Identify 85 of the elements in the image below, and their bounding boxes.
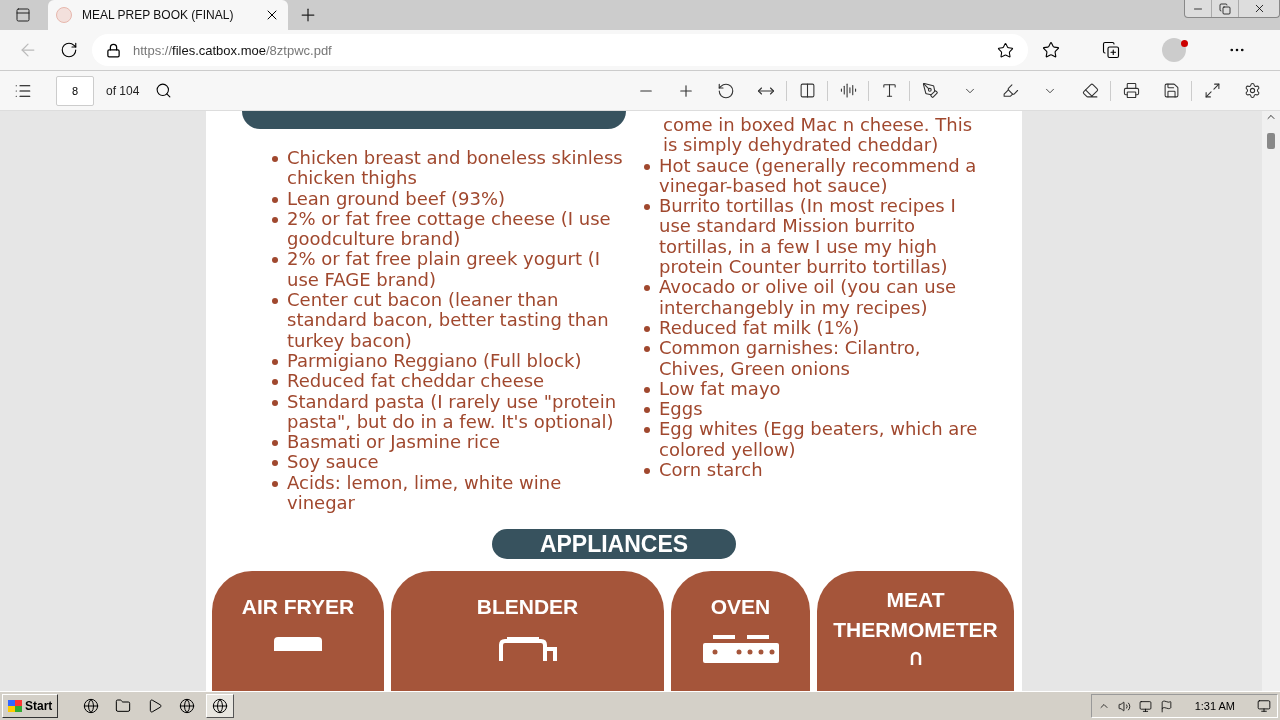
list-item: Corn starch	[659, 460, 763, 481]
bullet-icon	[644, 204, 650, 211]
bullet-icon	[272, 216, 278, 223]
save-icon[interactable]	[1162, 82, 1180, 99]
bullet-icon	[272, 358, 278, 365]
page-count: of 104	[106, 83, 140, 98]
browser-icon[interactable]	[83, 698, 100, 714]
list-item: Center cut bacon (leaner than standard bacon, better tasting than turkey bacon)	[287, 290, 610, 351]
stove-icon	[700, 635, 781, 663]
bullet-icon	[272, 257, 278, 264]
list-item: Soy sauce	[287, 452, 379, 473]
read-aloud-icon[interactable]	[839, 82, 857, 99]
page-view-icon[interactable]	[798, 82, 816, 99]
appliance-name: AIR FRYER	[241, 594, 355, 620]
list-item: Common garnishes: Cilantro, Chives, Green onions	[659, 338, 922, 379]
bullet-icon	[272, 460, 278, 467]
browser-tab[interactable]: MEAL PREP BOOK (FINAL)	[48, 0, 288, 30]
draw-icon[interactable]	[921, 82, 939, 99]
add-favorite-icon[interactable]	[997, 41, 1014, 59]
list-item: 2% or fat free plain greek yogurt (I use FAGE brand)	[287, 249, 602, 291]
list-item: Basmati or Jasmine rice	[287, 432, 501, 453]
scrollbar-thumb[interactable]	[1267, 133, 1275, 149]
bullet-icon	[644, 468, 650, 475]
windows-logo-icon	[8, 700, 22, 712]
list-item-continuation: come in boxed Mac n cheese. This is simply dehydrated cheddar)	[663, 115, 973, 156]
settings-icon[interactable]	[1243, 82, 1261, 99]
clock: 1:31 AM	[1194, 700, 1235, 712]
flag-icon[interactable]	[1159, 699, 1173, 713]
network-icon[interactable]	[1138, 699, 1152, 713]
list-item: Chicken breast and boneless skinless chicken thighs	[287, 148, 624, 189]
bullet-icon	[272, 440, 278, 447]
list-item: Reduced fat milk (1%)	[659, 317, 860, 339]
print-icon[interactable]	[1122, 82, 1140, 99]
bullet-icon	[644, 386, 650, 393]
list-item: Avocado or olive oil (you can use interchangebly in my recipes)	[659, 277, 958, 318]
list-item: Lean ground beef (93%)	[287, 188, 506, 209]
list-item: Parmigiano Reggiano (Full block)	[287, 350, 582, 372]
list-item: Acids: lemon, lime, white wine vinegar	[287, 472, 563, 514]
bullet-icon	[644, 285, 650, 292]
profile-avatar[interactable]	[1162, 38, 1186, 62]
folder-icon[interactable]	[115, 698, 132, 714]
section-title: APPLIANCES	[492, 529, 736, 559]
add-text-icon[interactable]	[880, 82, 898, 99]
bullet-icon	[644, 407, 650, 414]
rotate-icon[interactable]	[717, 81, 735, 100]
bullet-icon	[644, 346, 650, 353]
list-item: Egg whites (Egg beaters, which are colored yellow)	[659, 419, 979, 461]
appliance-name: MEAT THERMOMETER	[832, 587, 999, 643]
fullscreen-icon[interactable]	[1203, 82, 1221, 99]
address-bar[interactable]: https://files.catbox.moe/8ztpwc.pdf	[92, 34, 1028, 66]
bullet-icon	[272, 379, 278, 386]
list-item: Burrito tortillas (In most recipes I use standard Mission burrito tortillas, in a few I use my high protein Counter burrito tortillas)	[659, 196, 957, 278]
list-item: Low fat mayo	[659, 378, 781, 400]
bullet-icon	[644, 427, 650, 434]
bullet-icon	[272, 298, 278, 305]
appliance-name: OVEN	[710, 594, 771, 620]
bullet-icon	[272, 480, 278, 487]
site-favicon-icon	[56, 7, 72, 23]
list-item: Eggs	[659, 399, 703, 420]
start-button[interactable]: Start	[2, 694, 59, 718]
tab-actions-icon[interactable]	[15, 7, 31, 23]
media-player-icon[interactable]	[147, 698, 164, 714]
tab-title: MEAL PREP BOOK (FINAL)	[82, 8, 235, 22]
restore-icon[interactable]	[1219, 2, 1231, 15]
page-number-field[interactable]: 8	[56, 75, 94, 106]
lock-icon	[106, 42, 121, 58]
bullet-icon	[272, 196, 278, 203]
bullet-icon	[644, 325, 650, 332]
show-desktop-icon[interactable]	[1257, 699, 1271, 713]
collections-icon[interactable]	[1102, 41, 1120, 59]
bullet-icon	[644, 163, 650, 170]
favorites-icon[interactable]	[1042, 41, 1060, 59]
bullet-icon	[272, 399, 278, 406]
refresh-icon[interactable]	[60, 41, 78, 59]
list-item: Reduced fat cheddar cheese	[287, 371, 545, 392]
speaker-icon[interactable]	[1117, 699, 1131, 713]
appliance-name: BLENDER	[476, 594, 579, 620]
url-text: https://files.catbox.moe/8ztpwc.pdf	[133, 42, 333, 58]
highlight-icon[interactable]	[1001, 82, 1019, 99]
search-icon[interactable]	[155, 82, 173, 99]
list-item: Hot sauce (generally recommend a vinegar-based hot sauce)	[659, 155, 978, 197]
list-item: Standard pasta (I rarely use "protein pasta", but do in a few. It's optional)	[287, 391, 618, 433]
eraser-icon[interactable]	[1081, 82, 1099, 99]
bullet-icon	[272, 156, 278, 162]
list-item: 2% or fat free cottage cheese (I use goodculture brand)	[287, 208, 612, 250]
